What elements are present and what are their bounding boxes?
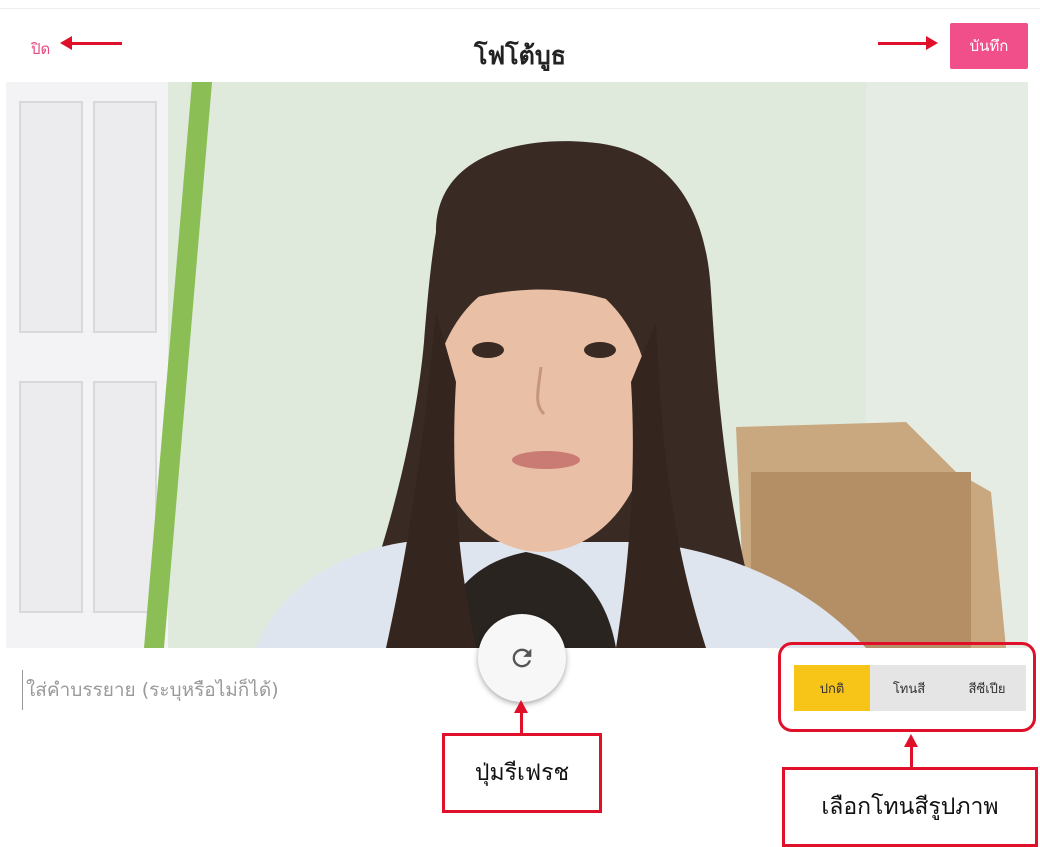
filter-tone-button[interactable]: โทนสี <box>870 665 948 711</box>
refresh-icon <box>512 648 532 668</box>
filter-callout: เลือกโทนสีรูปภาพ <box>782 767 1038 847</box>
camera-preview <box>6 82 1028 648</box>
filter-normal-button[interactable]: ปกติ <box>794 665 870 711</box>
photo-booth-page: ปิด โฟโต้บูธ บันทึก ใส่คำบรรยาย (ระบุหรื… <box>0 0 1040 847</box>
annotation-arrow-close <box>60 36 122 50</box>
caption-input[interactable] <box>22 670 442 710</box>
annotation-arrow-save <box>878 36 938 50</box>
filter-selector: ปกติ โทนสี สีซีเปีย <box>794 665 1026 711</box>
refresh-button[interactable] <box>478 614 566 702</box>
refresh-callout: ปุ่มรีเฟรช <box>442 733 602 813</box>
camera-preview-image <box>6 82 1028 648</box>
annotation-arrow-refresh <box>514 700 528 734</box>
save-button[interactable]: บันทึก <box>950 23 1028 69</box>
annotation-arrow-filter <box>904 734 918 768</box>
filter-sepia-button[interactable]: สีซีเปีย <box>948 665 1026 711</box>
